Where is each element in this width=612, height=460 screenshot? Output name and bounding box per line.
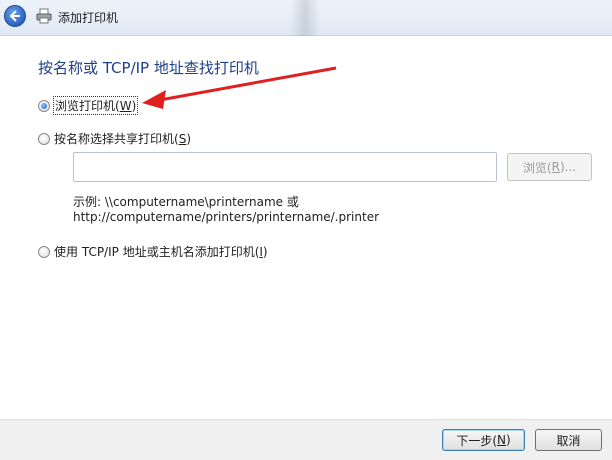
shared-printer-input[interactable] [73,152,497,182]
title-bar-decoration [290,0,320,36]
radio-button[interactable] [38,245,50,258]
title-bar: 添加打印机 [0,0,612,36]
radio-select-shared[interactable]: 按名称选择共享打印机(S) [38,130,191,147]
cancel-button[interactable]: 取消 [535,429,602,451]
back-arrow-icon[interactable] [4,5,26,27]
radio-button[interactable] [38,132,50,145]
window-title: 添加打印机 [58,11,119,25]
radio-button[interactable] [38,99,50,112]
radio-select-shared-label: 按名称选择共享打印机(S) [54,132,191,146]
radio-tcpip-label: 使用 TCP/IP 地址或主机名添加打印机(I) [54,245,268,259]
example-line-1: 示例: \\computername\printername 或 [73,195,299,209]
radio-tcpip[interactable]: 使用 TCP/IP 地址或主机名添加打印机(I) [38,243,268,260]
radio-browse-label: 浏览打印机(W) [52,96,139,115]
printer-icon [36,8,52,24]
page-heading: 按名称或 TCP/IP 地址查找打印机 [38,59,259,77]
example-line-2: http://computername/printers/printername… [73,210,380,224]
browse-button[interactable]: 浏览(R)... [507,153,592,181]
radio-browse-printers[interactable]: 浏览打印机(W) [38,96,139,115]
next-button[interactable]: 下一步(N) [442,429,525,451]
